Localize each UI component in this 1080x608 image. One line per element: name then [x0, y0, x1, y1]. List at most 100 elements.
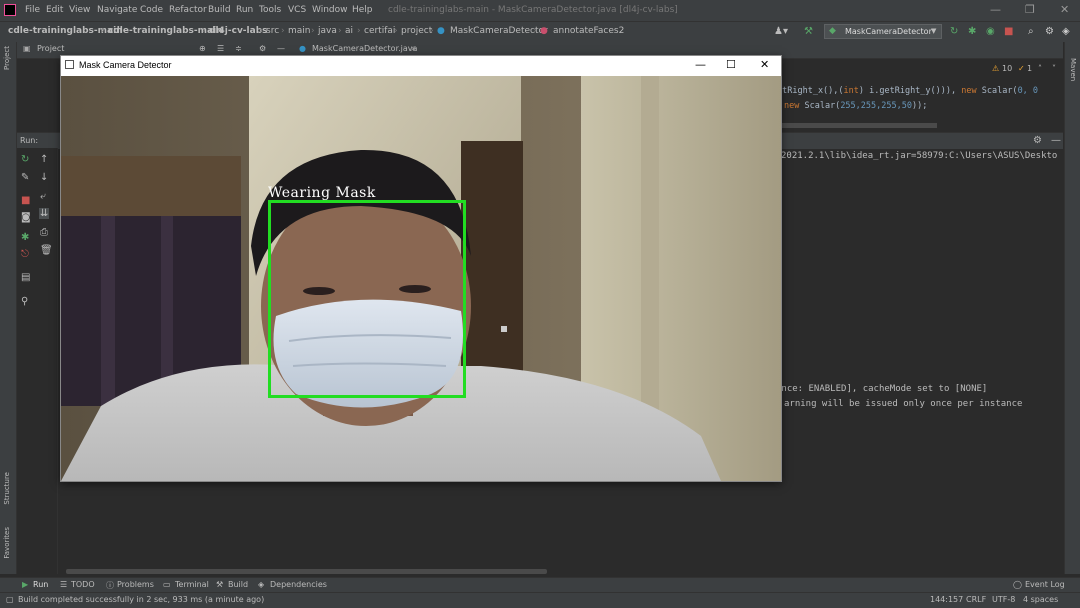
file-encoding[interactable]: UTF-8: [992, 595, 1015, 604]
code-keyword: int: [843, 86, 859, 96]
warning-icon[interactable]: ⚠: [992, 64, 999, 73]
code-token: otRight_x(),(: [777, 86, 844, 96]
code-line: new Scalar(255,255,255,50));: [784, 101, 927, 111]
line-separator[interactable]: CRLF: [966, 595, 986, 604]
stop-icon[interactable]: ■: [21, 195, 30, 206]
camera-window-title: Mask Camera Detector: [79, 60, 172, 70]
event-log-tab[interactable]: Event Log: [1025, 580, 1065, 589]
scroll-to-end-icon[interactable]: ⇊: [39, 208, 50, 219]
exit-icon[interactable]: ⎋: [21, 249, 29, 260]
breadcrumb-method[interactable]: annotateFaces2: [553, 26, 624, 36]
menu-view[interactable]: View: [69, 5, 90, 15]
run-configuration-select[interactable]: ◆ MaskCameraDetector ▼: [824, 24, 942, 39]
menu-run[interactable]: Run: [236, 5, 253, 15]
soft-wrap-icon[interactable]: ⤶: [40, 191, 46, 202]
menu-vcs[interactable]: VCS: [288, 5, 306, 15]
debug-icon[interactable]: ✱: [968, 26, 976, 37]
code-line: otRight_x(),(int) i.getRight_y())), new …: [777, 86, 1038, 96]
code-token: ));: [911, 101, 928, 111]
chevron-up-icon[interactable]: ˄: [1038, 64, 1042, 73]
print-icon[interactable]: ⎙: [40, 227, 48, 238]
breadcrumb-main[interactable]: main: [288, 26, 311, 36]
arrow-up-icon[interactable]: ↑: [40, 154, 48, 165]
layout-icon[interactable]: ▤: [21, 272, 30, 283]
caret-position[interactable]: 144:157: [930, 595, 963, 604]
search-icon[interactable]: ⌕: [1028, 26, 1034, 37]
close-tab-icon[interactable]: ×: [410, 44, 417, 53]
menu-help[interactable]: Help: [352, 5, 373, 15]
maximize-icon[interactable]: ☐: [726, 58, 736, 71]
chevron-down-icon[interactable]: ˅: [1052, 64, 1056, 73]
right-tool-strip: Maven: [1064, 42, 1080, 574]
breadcrumb-project[interactable]: cdle-traininglabs-main: [8, 26, 123, 36]
menu-bar: File Edit View Navigate Code Refactor Bu…: [0, 0, 1080, 21]
arrow-down-icon[interactable]: ↓: [40, 172, 48, 183]
hide-icon[interactable]: —: [1051, 135, 1061, 146]
menu-tools[interactable]: Tools: [259, 5, 281, 15]
menu-refactor[interactable]: Refactor: [169, 5, 207, 15]
menu-window[interactable]: Window: [312, 5, 348, 15]
gear-icon[interactable]: ⚙: [1033, 135, 1042, 146]
indent-setting[interactable]: 4 spaces: [1023, 595, 1058, 604]
favorites-tool-tab[interactable]: Favorites: [3, 527, 11, 559]
breadcrumb-java[interactable]: java: [318, 26, 337, 36]
gear-icon[interactable]: ⚙: [259, 44, 266, 53]
expand-icon[interactable]: ≑: [235, 44, 242, 53]
editor-horizontal-scrollbar[interactable]: [780, 123, 937, 128]
maven-tool-tab[interactable]: Maven: [1069, 58, 1077, 81]
close-icon[interactable]: ✕: [1060, 3, 1069, 16]
breadcrumb-ai[interactable]: ai: [345, 26, 353, 36]
breadcrumb-separator: ›: [338, 26, 342, 36]
camera-window[interactable]: Mask Camera Detector — ☐ ✕ Wearing Mask: [60, 55, 782, 482]
todo-tool-tab[interactable]: TODO: [71, 580, 95, 589]
coverage-icon[interactable]: ◉: [986, 26, 995, 37]
structure-tool-tab[interactable]: Structure: [3, 472, 11, 505]
dependencies-tool-tab[interactable]: Dependencies: [270, 580, 327, 589]
pin-icon[interactable]: ⚲: [21, 296, 28, 307]
trash-icon[interactable]: 🗑: [40, 245, 53, 256]
user-icon[interactable]: ♟▾: [774, 26, 788, 37]
menu-build[interactable]: Build: [208, 5, 231, 15]
restore-icon[interactable]: ❐: [1025, 3, 1035, 16]
settings-icon[interactable]: ⚙: [1045, 26, 1054, 37]
build-icon: ⚒: [216, 580, 224, 589]
run-tool-tab[interactable]: Run: [33, 580, 48, 589]
file-tab[interactable]: MaskCameraDetector.java: [312, 44, 417, 53]
menu-navigate[interactable]: Navigate: [97, 5, 137, 15]
breadcrumb-separator: ›: [311, 26, 315, 36]
class-icon: ●: [437, 26, 445, 36]
camera-icon[interactable]: ◙: [21, 212, 31, 223]
build-hammer-icon[interactable]: ⚒: [804, 26, 813, 37]
camera-window-titlebar[interactable]: Mask Camera Detector — ☐ ✕: [61, 56, 781, 76]
project-tab-label[interactable]: Project: [37, 44, 64, 53]
rerun-icon[interactable]: ↻: [950, 26, 958, 37]
hide-icon[interactable]: —: [277, 44, 285, 53]
menu-code[interactable]: Code: [140, 5, 163, 15]
chevron-down-icon: ▼: [931, 27, 937, 35]
ide-logo-icon[interactable]: ◈: [1062, 26, 1070, 37]
run-toolbar: ↻ ↑ ✎ ↓ ⤶ ■ ⇊ ◙ ⎙ ✱ 🗑 ⎋ ▤ ⚲: [17, 148, 58, 574]
minimize-icon[interactable]: —: [695, 58, 706, 71]
breadcrumb-separator: ›: [101, 26, 105, 36]
bug-icon[interactable]: ✱: [21, 232, 29, 243]
menu-edit[interactable]: Edit: [46, 5, 63, 15]
console-line: ence: ENABLED], cacheMode set to [NONE]: [776, 384, 988, 394]
stop-icon[interactable]: ■: [1004, 26, 1013, 37]
breadcrumb-project-pkg[interactable]: project: [401, 26, 432, 36]
close-icon[interactable]: ✕: [760, 58, 769, 71]
project-tool-tab[interactable]: Project: [3, 46, 11, 70]
locate-icon[interactable]: ⊕: [199, 44, 206, 53]
collapse-icon[interactable]: ☰: [217, 44, 224, 53]
terminal-tool-tab[interactable]: Terminal: [175, 580, 209, 589]
breadcrumb-certifai[interactable]: certifai: [364, 26, 395, 36]
status-message[interactable]: Build completed successfully in 2 sec, 9…: [18, 595, 264, 604]
problems-tool-tab[interactable]: Problems: [117, 580, 154, 589]
wrench-icon[interactable]: ✎: [21, 172, 29, 183]
breadcrumb-src[interactable]: src: [266, 26, 279, 36]
rerun-icon[interactable]: ↻: [21, 154, 29, 165]
minimize-icon[interactable]: —: [990, 3, 1001, 16]
build-tool-tab[interactable]: Build: [228, 580, 248, 589]
console-horizontal-scrollbar[interactable]: [66, 569, 547, 574]
menu-file[interactable]: File: [25, 5, 40, 15]
code-editor[interactable]: ⚠ 10 ✓ 1 ˄ ˅ otRight_x(),(int) i.getRigh…: [777, 60, 1064, 128]
